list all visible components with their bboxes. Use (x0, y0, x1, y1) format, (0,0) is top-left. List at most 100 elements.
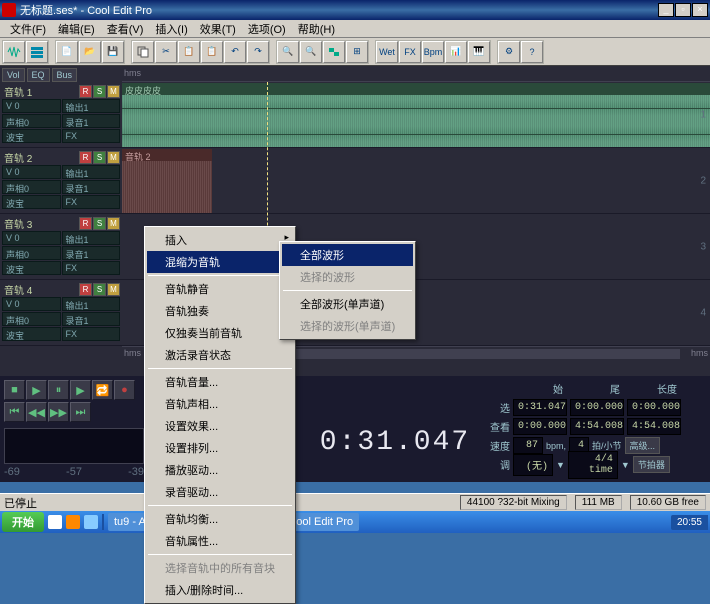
tool-redo[interactable]: ↷ (247, 41, 269, 63)
volume-field[interactable]: V 0 (2, 165, 61, 179)
view-begin[interactable]: 0:00.000 (513, 418, 567, 435)
sel-end[interactable]: 0:00.000 (570, 399, 624, 416)
mute-button[interactable]: M (107, 151, 120, 164)
track-lane-1[interactable]: 皮皮皮皮 1 (122, 82, 710, 148)
output-field[interactable]: 输出1 (62, 297, 121, 311)
tab-eq[interactable]: EQ (27, 68, 50, 82)
solo-button[interactable]: S (93, 283, 106, 296)
pan-field[interactable]: 声相0 (2, 180, 61, 194)
fx-field[interactable]: FX (62, 261, 121, 275)
track-lane-2[interactable]: 音轨 2 2 (122, 148, 710, 214)
rec-field[interactable]: 录音1 (62, 246, 121, 260)
tool-wet[interactable]: Wet (376, 41, 398, 63)
pan-field[interactable]: 声相0 (2, 114, 61, 128)
solo-button[interactable]: S (93, 217, 106, 230)
ctx-solo-current[interactable]: 仅独奏当前音轨 (147, 322, 293, 344)
tool-undo[interactable]: ↶ (224, 41, 246, 63)
close-button[interactable]: × (692, 3, 708, 17)
mute-button[interactable]: M (107, 85, 120, 98)
menu-effects[interactable]: 效果(T) (194, 19, 242, 39)
play-button[interactable]: ▶ (26, 380, 47, 400)
menu-insert[interactable]: 插入(I) (149, 19, 193, 39)
restore-button[interactable]: ▫ (675, 3, 691, 17)
tool-copy[interactable] (132, 41, 154, 63)
ctx-set-effects[interactable]: 设置效果... (147, 415, 293, 437)
wave-field[interactable]: 波宝 (2, 327, 61, 341)
tool-zoom-sel[interactable]: 🔍 (277, 41, 299, 63)
tool-save[interactable]: 💾 (102, 41, 124, 63)
solo-button[interactable]: S (93, 85, 106, 98)
go-end-button[interactable]: ⏭ (70, 402, 91, 422)
wave-field[interactable]: 波宝 (2, 129, 61, 143)
rewind-button[interactable]: ◀◀ (26, 402, 47, 422)
tool-multitrack[interactable] (26, 41, 48, 63)
output-field[interactable]: 输出1 (62, 165, 121, 179)
tool-new[interactable]: 📄 (56, 41, 78, 63)
fx-field[interactable]: FX (62, 327, 121, 341)
sub-all-waves-mono[interactable]: 全部波形(单声道) (282, 293, 413, 315)
menu-edit[interactable]: 编辑(E) (52, 19, 101, 39)
tool-bpm[interactable]: Bpm (422, 41, 444, 63)
tool-snap[interactable]: ⊞ (346, 41, 368, 63)
minimize-button[interactable]: _ (658, 3, 674, 17)
ctx-play-device[interactable]: 播放驱动... (147, 459, 293, 481)
tool-zoom-full[interactable]: 🔍 (300, 41, 322, 63)
output-field[interactable]: 输出1 (62, 231, 121, 245)
solo-button[interactable]: S (93, 151, 106, 164)
pan-field[interactable]: 声相0 (2, 246, 61, 260)
volume-field[interactable]: V 0 (2, 99, 61, 113)
metronome-button[interactable]: 节拍器 (633, 456, 670, 473)
go-start-button[interactable]: ⏮ (4, 402, 25, 422)
quicklaunch-icon[interactable] (84, 515, 98, 529)
tool-fx[interactable]: FX (399, 41, 421, 63)
output-field[interactable]: 输出1 (62, 99, 121, 113)
stop-button[interactable]: ■ (4, 380, 25, 400)
ctx-rec-device[interactable]: 录音驱动... (147, 481, 293, 503)
tool-midi-icon[interactable]: 🎹 (468, 41, 490, 63)
view-end[interactable]: 4:54.008 (570, 418, 624, 435)
audio-clip-1[interactable]: 皮皮皮皮 (122, 83, 710, 147)
ctx-insert-delete-time[interactable]: 插入/删除时间... (147, 579, 293, 601)
mute-button[interactable]: M (107, 283, 120, 296)
rec-field[interactable]: 录音1 (62, 114, 121, 128)
tool-help[interactable]: ? (521, 41, 543, 63)
menu-help[interactable]: 帮助(H) (292, 19, 341, 39)
wave-field[interactable]: 波宝 (2, 195, 61, 209)
pause-button[interactable]: ⏸ (48, 380, 69, 400)
tool-group[interactable] (323, 41, 345, 63)
tool-cut[interactable]: ✂ (155, 41, 177, 63)
track-header-4[interactable]: 音轨 4 R S M V 0输出1 声相0录音1 波宝FX (0, 280, 122, 346)
ctx-set-order[interactable]: 设置排列... (147, 437, 293, 459)
tool-mix-paste[interactable]: 📋 (201, 41, 223, 63)
tool-chart-icon[interactable]: 📊 (445, 41, 467, 63)
menu-view[interactable]: 查看(V) (101, 19, 150, 39)
tab-bus[interactable]: Bus (52, 68, 78, 82)
mute-button[interactable]: M (107, 217, 120, 230)
tool-options[interactable]: ⚙ (498, 41, 520, 63)
view-length[interactable]: 4:54.008 (627, 418, 681, 435)
pan-field[interactable]: 声相0 (2, 312, 61, 326)
ctx-track-props[interactable]: 音轨属性... (147, 530, 293, 552)
record-button[interactable]: ● (114, 380, 135, 400)
quicklaunch-icon[interactable] (48, 515, 62, 529)
track-header-1[interactable]: 音轨 1 R S M V 0输出1 声相0录音1 波宝FX (0, 82, 122, 148)
loop-button[interactable]: 🔁 (92, 380, 113, 400)
track-header-3[interactable]: 音轨 3 R S M V 0输出1 声相0录音1 波宝FX (0, 214, 122, 280)
volume-field[interactable]: V 0 (2, 297, 61, 311)
track-header-2[interactable]: 音轨 2 R S M V 0输出1 声相0录音1 波宝FX (0, 148, 122, 214)
record-arm-button[interactable]: R (79, 85, 92, 98)
tab-vol[interactable]: Vol (2, 68, 25, 82)
ctx-track-volume[interactable]: 音轨音量... (147, 371, 293, 393)
timesig-field[interactable]: 4/4 time (568, 451, 618, 479)
timeline-ruler-top[interactable] (122, 66, 710, 82)
ctx-arm-record[interactable]: 激活录音状态 (147, 344, 293, 366)
tempo-field[interactable]: 87 (513, 437, 543, 454)
record-arm-button[interactable]: R (79, 151, 92, 164)
wave-field[interactable]: 波宝 (2, 261, 61, 275)
system-tray-clock[interactable]: 20:55 (671, 515, 708, 530)
ctx-insert[interactable]: 插入 (147, 229, 293, 251)
tool-paste[interactable]: 📋 (178, 41, 200, 63)
volume-field[interactable]: V 0 (2, 231, 61, 245)
ctx-track-eq[interactable]: 音轨均衡... (147, 508, 293, 530)
ctx-track-pan[interactable]: 音轨声相... (147, 393, 293, 415)
